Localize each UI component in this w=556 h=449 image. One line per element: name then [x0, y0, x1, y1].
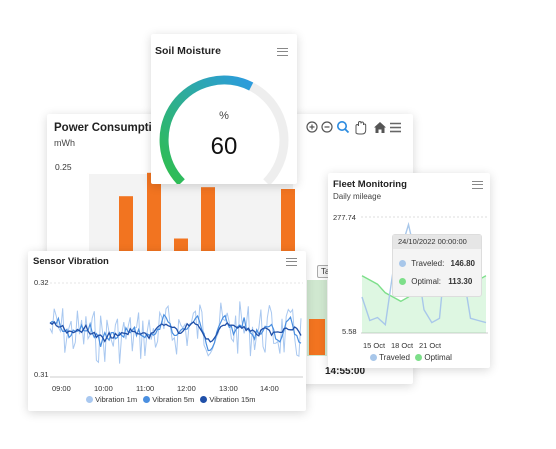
fleet-x-tick-3: 21 Oct: [419, 341, 442, 350]
vibration-x-tick-5: 13:00: [219, 384, 238, 393]
legend-15m-label[interactable]: Vibration 15m: [209, 395, 255, 404]
soil-moisture-value: 60: [210, 133, 238, 160]
power-bar[interactable]: [201, 187, 215, 252]
vibration-x-tick-6: 14:00: [260, 384, 279, 393]
fleet-tooltip: 24/10/2022 00:00:00 Traveled: 146.80 Opt…: [392, 234, 482, 297]
soil-moisture-card: Soil Moisture % 60: [151, 34, 297, 184]
vibration-x-tick-4: 12:00: [177, 384, 196, 393]
legend-optimal-label[interactable]: Optimal: [424, 353, 452, 362]
soil-moisture-gauge: [159, 75, 289, 184]
legend-optimal-marker: [415, 354, 423, 361]
vibration-x-tick-1: 09:00: [52, 384, 71, 393]
tooltip-row-traveled: Traveled: 146.80: [399, 259, 475, 268]
tooltip-optimal-label: Optimal:: [411, 277, 442, 286]
legend-5m-label[interactable]: Vibration 5m: [152, 395, 194, 404]
legend-traveled-marker: [370, 354, 377, 361]
tooltip-date: 24/10/2022 00:00:00: [393, 235, 481, 249]
legend-1m-marker: [86, 396, 93, 403]
tooltip-traveled-label: Traveled:: [411, 259, 445, 268]
legend-15m-marker: [200, 396, 208, 403]
power-bar[interactable]: [281, 189, 295, 252]
tooltip-row-optimal: Optimal: 113.30: [399, 277, 472, 286]
fleet-x-tick-1: 15 Oct: [363, 341, 386, 350]
soil-moisture-unit: %: [219, 110, 229, 122]
power-crosshair-bar: [309, 319, 325, 355]
vibration-legend: Vibration 1m Vibration 5m Vibration 15m: [86, 395, 256, 404]
vibration-1m-line: [49, 301, 302, 364]
power-bar[interactable]: [119, 196, 133, 252]
legend-5m-marker: [143, 396, 151, 403]
tooltip-traveled-value: 146.80: [450, 259, 475, 268]
tooltip-traveled-marker: [399, 260, 406, 267]
gauge-value-arc: [159, 75, 254, 184]
power-bar[interactable]: [174, 238, 188, 253]
power-bar[interactable]: [147, 172, 161, 252]
tooltip-optimal-value: 113.30: [448, 277, 473, 286]
tooltip-optimal-marker: [399, 278, 406, 285]
fleet-monitoring-card: Fleet Monitoring Daily mileage 277.74 5.…: [328, 173, 490, 368]
vibration-x-tick-3: 11:00: [136, 384, 155, 393]
legend-1m-label[interactable]: Vibration 1m: [95, 395, 137, 404]
fleet-x-tick-2: 18 Oct: [391, 341, 414, 350]
fleet-legend: Traveled Optimal: [370, 353, 452, 362]
sensor-vibration-card: Sensor Vibration 0.32 0.31 09:00 10:00 1…: [28, 251, 306, 411]
legend-traveled-label[interactable]: Traveled: [379, 353, 410, 362]
vibration-x-tick-2: 10:00: [94, 384, 113, 393]
